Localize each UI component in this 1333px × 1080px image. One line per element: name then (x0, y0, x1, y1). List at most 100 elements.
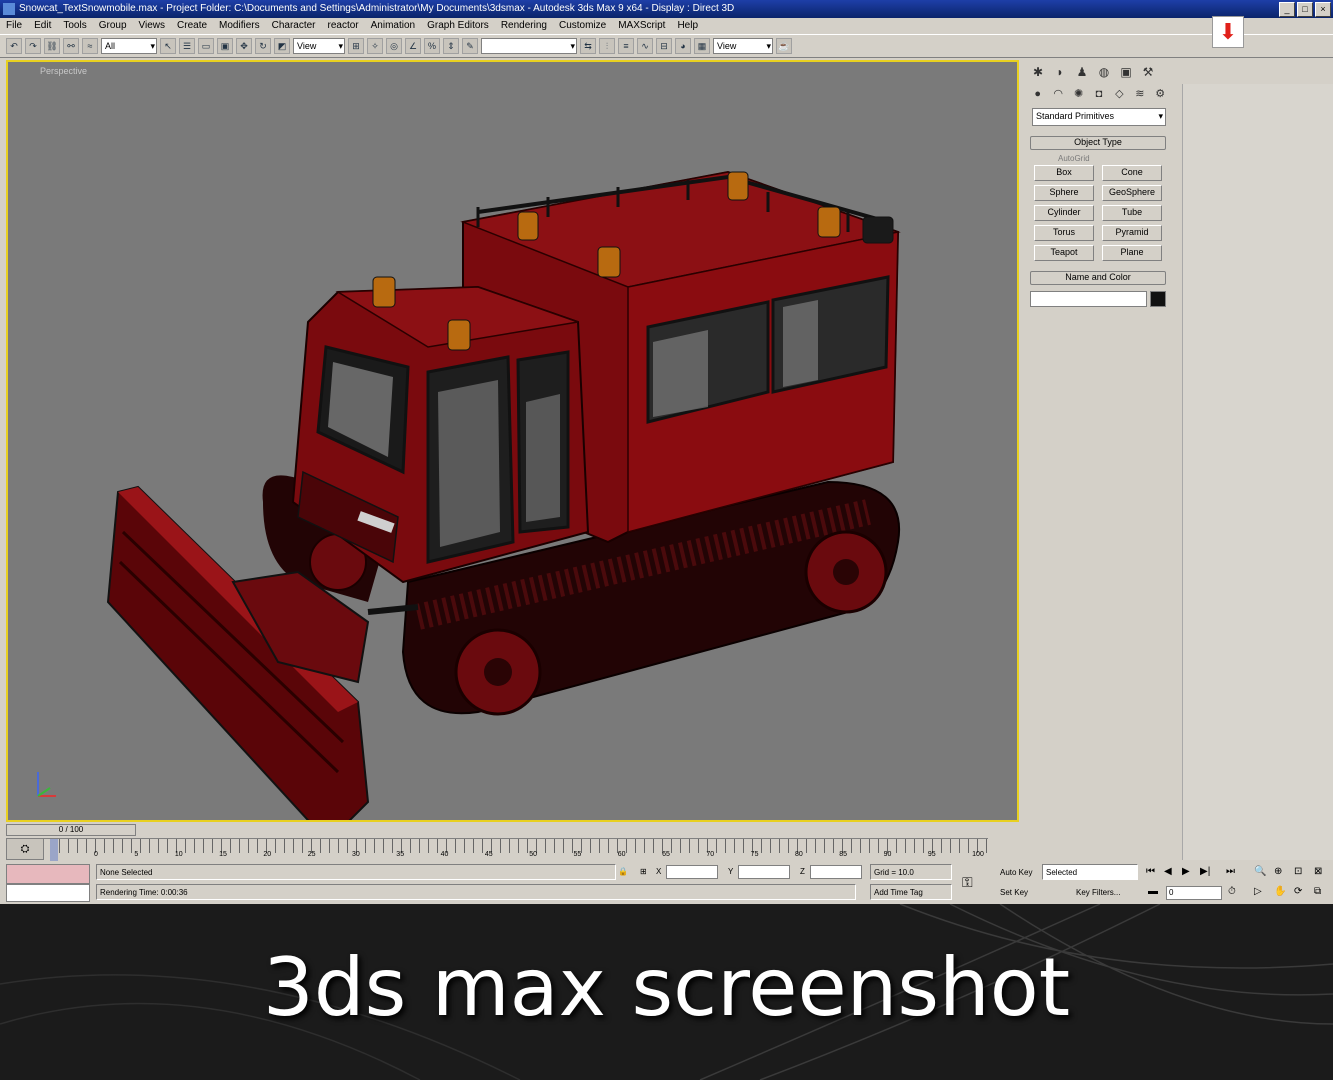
teapot-button[interactable]: Teapot (1034, 245, 1094, 261)
track-bar[interactable]: 0 5 10 15 20 25 30 35 40 45 50 55 60 65 … (6, 838, 988, 863)
menu-group[interactable]: Group (99, 18, 127, 34)
menu-graph-editors[interactable]: Graph Editors (427, 18, 489, 34)
align-icon[interactable]: ⫶ (599, 38, 615, 54)
shapes-icon[interactable]: ◠ (1050, 86, 1065, 102)
zoom-extents-all-icon[interactable]: ⊠ (1314, 866, 1322, 877)
cone-button[interactable]: Cone (1102, 165, 1162, 181)
auto-key-button[interactable]: Auto Key (1000, 868, 1032, 877)
mirror-icon[interactable]: ⇆ (580, 38, 596, 54)
curve-editor-icon[interactable]: ∿ (637, 38, 653, 54)
menu-reactor[interactable]: reactor (328, 18, 359, 34)
select-scale-icon[interactable]: ◩ (274, 38, 290, 54)
plane-button[interactable]: Plane (1102, 245, 1162, 261)
object-color-swatch[interactable] (1150, 291, 1166, 307)
hierarchy-tab-icon[interactable]: ♟ (1074, 64, 1090, 80)
current-frame-input[interactable]: 0 (1166, 886, 1222, 900)
select-rotate-icon[interactable]: ↻ (255, 38, 271, 54)
pan-icon[interactable]: ✋ (1274, 886, 1286, 897)
undo-icon[interactable]: ↶ (6, 38, 22, 54)
menu-animation[interactable]: Animation (371, 18, 415, 34)
reference-coord-dropdown[interactable]: View (293, 38, 345, 54)
cameras-icon[interactable]: ◘ (1091, 86, 1106, 102)
key-filters-button[interactable]: Key Filters... (1076, 888, 1120, 897)
pivot-center-icon[interactable]: ⊞ (348, 38, 364, 54)
menu-edit[interactable]: Edit (34, 18, 51, 34)
create-tab-icon[interactable]: ✱ (1030, 64, 1046, 80)
zoom-icon[interactable]: 🔍 (1254, 866, 1266, 877)
lights-icon[interactable]: ✺ (1071, 86, 1086, 102)
rect-selection-icon[interactable]: ▭ (198, 38, 214, 54)
primitive-category-dropdown[interactable]: Standard Primitives (1032, 108, 1166, 126)
torus-button[interactable]: Torus (1034, 225, 1094, 241)
snap-toggle-icon[interactable]: ◎ (386, 38, 402, 54)
object-type-header[interactable]: Object Type (1030, 136, 1166, 150)
redo-icon[interactable]: ↷ (25, 38, 41, 54)
menu-customize[interactable]: Customize (559, 18, 606, 34)
layer-manager-icon[interactable]: ≡ (618, 38, 634, 54)
select-move-icon[interactable]: ✥ (236, 38, 252, 54)
x-coord-input[interactable] (666, 865, 718, 879)
menu-file[interactable]: File (6, 18, 22, 34)
key-mode-toggle-icon[interactable]: ▬ (1148, 886, 1158, 897)
zoom-all-icon[interactable]: ⊕ (1274, 866, 1282, 877)
menu-modifiers[interactable]: Modifiers (219, 18, 260, 34)
add-time-tag[interactable]: Add Time Tag (870, 884, 952, 900)
bind-space-warp-icon[interactable]: ≈ (82, 38, 98, 54)
cylinder-button[interactable]: Cylinder (1034, 205, 1094, 221)
set-key-button[interactable]: Set Key (1000, 888, 1028, 897)
key-icon[interactable]: ⚿ (962, 874, 973, 891)
render-view-dropdown[interactable]: View (713, 38, 773, 54)
z-coord-input[interactable] (810, 865, 862, 879)
trackbar-menu-icon[interactable]: ⛭ (6, 838, 44, 860)
percent-snap-icon[interactable]: % (424, 38, 440, 54)
utilities-tab-icon[interactable]: ⚒ (1140, 64, 1156, 80)
maximize-viewport-icon[interactable]: ⧉ (1314, 886, 1321, 897)
helpers-icon[interactable]: ◇ (1112, 86, 1127, 102)
select-by-name-icon[interactable]: ☰ (179, 38, 195, 54)
name-color-header[interactable]: Name and Color (1030, 271, 1166, 285)
menu-tools[interactable]: Tools (63, 18, 86, 34)
motion-tab-icon[interactable]: ◍ (1096, 64, 1112, 80)
zoom-extents-icon[interactable]: ⊡ (1294, 866, 1302, 877)
minimize-icon[interactable]: _ (1279, 2, 1295, 17)
quick-render-icon[interactable]: ☕ (776, 38, 792, 54)
y-coord-input[interactable] (738, 865, 790, 879)
spacewarps-icon[interactable]: ≋ (1132, 86, 1147, 102)
maxscript-listener-output[interactable] (6, 884, 90, 902)
unlink-icon[interactable]: ⚯ (63, 38, 79, 54)
download-arrow-icon[interactable]: ⬇ (1212, 16, 1244, 48)
select-manipulate-icon[interactable]: ✧ (367, 38, 383, 54)
next-frame-icon[interactable]: ▶| (1200, 866, 1210, 877)
go-to-start-icon[interactable]: ⏮ (1146, 866, 1155, 877)
object-name-input[interactable] (1030, 291, 1148, 307)
maximize-icon[interactable]: □ (1297, 2, 1313, 17)
window-crossing-icon[interactable]: ▣ (217, 38, 233, 54)
go-to-end-icon[interactable]: ⏭ (1226, 866, 1235, 877)
tube-button[interactable]: Tube (1102, 205, 1162, 221)
menu-views[interactable]: Views (139, 18, 166, 34)
link-icon[interactable]: ⛓ (44, 38, 60, 54)
angle-snap-icon[interactable]: ∠ (405, 38, 421, 54)
menu-rendering[interactable]: Rendering (501, 18, 547, 34)
menu-create[interactable]: Create (177, 18, 207, 34)
field-of-view-icon[interactable]: ▷ (1254, 886, 1262, 897)
display-tab-icon[interactable]: ▣ (1118, 64, 1134, 80)
current-frame-marker[interactable] (50, 839, 58, 861)
pyramid-button[interactable]: Pyramid (1102, 225, 1162, 241)
spinner-snap-icon[interactable]: ⇕ (443, 38, 459, 54)
menu-maxscript[interactable]: MAXScript (618, 18, 665, 34)
arc-rotate-icon[interactable]: ⟳ (1294, 886, 1302, 897)
render-setup-icon[interactable]: ▦ (694, 38, 710, 54)
autogrid-checkbox[interactable]: AutoGrid (1058, 154, 1166, 163)
absolute-mode-icon[interactable]: ⊞ (640, 867, 647, 876)
menu-character[interactable]: Character (272, 18, 316, 34)
lock-selection-icon[interactable]: 🔒 (618, 867, 628, 876)
schematic-view-icon[interactable]: ⊟ (656, 38, 672, 54)
key-mode-dropdown[interactable]: Selected (1042, 864, 1138, 880)
geometry-icon[interactable]: ● (1030, 86, 1045, 102)
maxscript-listener-input[interactable] (6, 864, 90, 884)
menu-help[interactable]: Help (677, 18, 698, 34)
edit-named-selection-icon[interactable]: ✎ (462, 38, 478, 54)
box-button[interactable]: Box (1034, 165, 1094, 181)
perspective-viewport[interactable]: Perspective (6, 60, 1019, 822)
